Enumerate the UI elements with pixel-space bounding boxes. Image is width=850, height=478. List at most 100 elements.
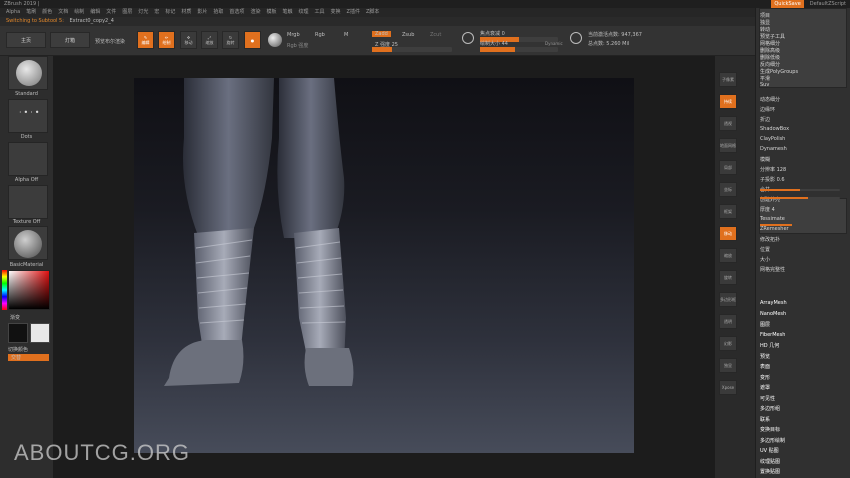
viewport-canvas[interactable]: [134, 78, 634, 453]
edit-mode-button[interactable]: ✎ 编辑: [137, 31, 154, 49]
menu-item[interactable]: 编辑: [90, 8, 100, 17]
tool-panel-item[interactable]: 图层: [760, 321, 770, 328]
tool-panel-item[interactable]: ShadowBox: [760, 126, 789, 132]
tool-panel-item[interactable]: 动态细分: [760, 96, 780, 103]
tool-panel-item[interactable]: 网格细分: [760, 40, 780, 47]
zsub-toggle[interactable]: Zsub: [402, 32, 414, 38]
tool-panel-item[interactable]: 变形: [760, 374, 770, 381]
tool-panel-item[interactable]: 项目: [760, 12, 770, 19]
tool-panel-item[interactable]: 厚度 4: [760, 206, 775, 213]
tool-panel-item[interactable]: Tessimate: [760, 216, 785, 222]
home-button[interactable]: 主页: [6, 32, 46, 48]
menu-item[interactable]: 纹理: [298, 8, 308, 17]
switch-color-label[interactable]: 切换颜色: [8, 346, 28, 353]
tool-panel-item[interactable]: 预览: [760, 353, 770, 360]
tool-panel-item[interactable]: 表面: [760, 363, 770, 370]
material-selector[interactable]: [8, 226, 48, 260]
hue-strip[interactable]: [2, 270, 7, 310]
menu-item[interactable]: 文档: [58, 8, 68, 17]
tool-panel-item[interactable]: HD 几何: [760, 342, 779, 349]
shelf-icon-button[interactable]: 透明: [719, 314, 737, 329]
tool-panel-item[interactable]: ClayPolish: [760, 136, 785, 142]
tool-panel-item[interactable]: ArrayMesh: [760, 300, 787, 306]
menu-item[interactable]: 笔触: [282, 8, 292, 17]
tool-panel-item[interactable]: 分辨率 128: [760, 166, 786, 173]
menu-item[interactable]: Z脚本: [366, 8, 379, 17]
tool-panel-item[interactable]: NanoMesh: [760, 311, 786, 317]
alpha-selector[interactable]: [8, 142, 48, 176]
tool-panel-item[interactable]: 多边形绘制: [760, 437, 785, 444]
tool-panel-item[interactable]: UV 贴图: [760, 447, 779, 454]
shelf-icon-button[interactable]: 持续: [719, 94, 737, 109]
tool-panel-item[interactable]: 生成PolyGroups: [760, 68, 798, 75]
texture-selector[interactable]: [8, 185, 48, 219]
material-sphere-icon[interactable]: [268, 33, 282, 47]
tool-panel-item[interactable]: 反向细分: [760, 61, 780, 68]
scale-button[interactable]: ⤢ 缩放: [201, 31, 218, 49]
panel-slider[interactable]: [760, 189, 840, 191]
tool-panel-item[interactable]: FiberMesh: [760, 332, 785, 338]
stroke-selector[interactable]: ·•·•: [8, 99, 48, 133]
menu-item[interactable]: 模板: [266, 8, 276, 17]
shelf-icon-button[interactable]: 框架: [719, 204, 737, 219]
shelf-icon-button[interactable]: 多边形框: [719, 292, 737, 307]
panel-slider[interactable]: [760, 197, 840, 199]
shelf-icon-button[interactable]: 移动: [719, 226, 737, 241]
menu-item[interactable]: 首选项: [229, 8, 244, 17]
tool-panel-item[interactable]: 子投影 0.6: [760, 176, 785, 183]
tool-panel-item[interactable]: 变换目标: [760, 426, 780, 433]
menu-item[interactable]: 材质: [181, 8, 191, 17]
z-intensity-slider[interactable]: [372, 47, 452, 52]
zcut-toggle[interactable]: Zcut: [430, 32, 441, 38]
menu-item[interactable]: 影片: [197, 8, 207, 17]
tool-panel-item[interactable]: 独显: [760, 19, 770, 26]
tool-panel-item[interactable]: 折边: [760, 116, 770, 123]
menu-item[interactable]: 拾取: [213, 8, 223, 17]
tool-panel-item[interactable]: Dynamesh: [760, 146, 787, 152]
shelf-icon-button[interactable]: 地面网格: [719, 138, 737, 153]
menu-item[interactable]: 笔刷: [26, 8, 36, 17]
menu-item[interactable]: 宏: [154, 8, 159, 17]
panel-slider[interactable]: [760, 224, 840, 226]
tool-panel-item[interactable]: 平滑: [760, 75, 770, 82]
quicksave-button[interactable]: QuickSave: [771, 0, 804, 8]
menu-item[interactable]: Z插件: [347, 8, 360, 17]
menu-item[interactable]: 工具: [315, 8, 325, 17]
tool-panel-item[interactable]: 纹理贴图: [760, 458, 780, 465]
menu-item[interactable]: 灯光: [138, 8, 148, 17]
tool-panel-item[interactable]: 转动: [760, 26, 770, 33]
shelf-icon-button[interactable]: Xpose: [719, 380, 737, 395]
menu-item[interactable]: 绘制: [74, 8, 84, 17]
sphere-button[interactable]: ●: [244, 31, 261, 49]
tool-panel-item[interactable]: Suv: [760, 82, 769, 88]
rgb-toggle[interactable]: Rgb: [315, 32, 325, 38]
tool-panel-item[interactable]: 置换贴图: [760, 468, 780, 475]
draw-size-slider[interactable]: [480, 47, 558, 52]
brush-selector[interactable]: [8, 56, 48, 90]
tool-panel-item[interactable]: 遮罩: [760, 384, 770, 391]
draw-mode-button[interactable]: ✏ 绘制: [158, 31, 175, 49]
menu-item[interactable]: 图层: [122, 8, 132, 17]
tool-panel-item[interactable]: 删除低级: [760, 54, 780, 61]
tool-panel-item[interactable]: 预览子工具: [760, 33, 785, 40]
dynamic-toggle[interactable]: Dynamic: [545, 41, 563, 46]
shelf-icon-button[interactable]: 缩放: [719, 248, 737, 263]
menu-item[interactable]: 标记: [165, 8, 175, 17]
tool-panel-item[interactable]: 大小: [760, 256, 770, 263]
secondary-color-swatch[interactable]: [30, 323, 50, 343]
tool-panel-item[interactable]: 修改拓扑: [760, 236, 780, 243]
shelf-icon-button[interactable]: 坐标: [719, 182, 737, 197]
shelf-icon-button[interactable]: 局部: [719, 160, 737, 175]
menu-item[interactable]: 变换: [331, 8, 341, 17]
tool-panel-item[interactable]: 网格完整性: [760, 266, 785, 273]
alternate-button[interactable]: 交替: [8, 354, 49, 361]
color-picker[interactable]: [8, 270, 50, 310]
tool-panel-item[interactable]: 模糊: [760, 156, 770, 163]
shelf-icon-button[interactable]: 子像素: [719, 72, 737, 87]
tool-panel-item[interactable]: ZRemesher: [760, 226, 789, 232]
tool-panel-item[interactable]: 删除高级: [760, 47, 780, 54]
shelf-icon-button[interactable]: 透视: [719, 116, 737, 131]
tool-panel-item[interactable]: 可见性: [760, 395, 775, 402]
zadd-toggle[interactable]: Zadd: [372, 31, 391, 37]
mrgb-toggle[interactable]: Mrgb: [287, 32, 300, 38]
